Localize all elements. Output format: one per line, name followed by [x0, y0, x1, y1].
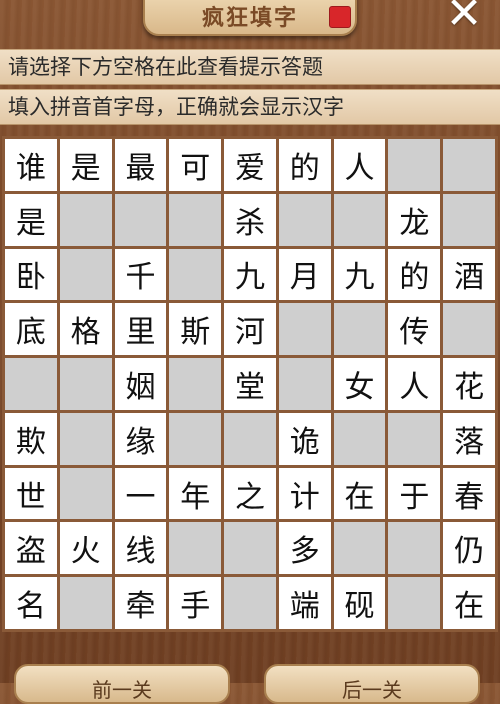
grid-cell[interactable]: 龙: [388, 193, 441, 246]
grid-cell-blocked: [59, 577, 112, 629]
game-title: 疯狂填字: [201, 5, 298, 31]
grid-cell[interactable]: 诡: [278, 412, 331, 465]
grid-cell[interactable]: 里: [114, 303, 167, 356]
grid-cell[interactable]: 一: [114, 467, 167, 520]
grid-cell-blocked: [169, 248, 222, 301]
grid-cell[interactable]: 线: [114, 522, 167, 575]
bookmark-icon: [329, 6, 351, 28]
grid-cell[interactable]: 酒: [443, 248, 495, 301]
grid-cell-blocked: [278, 193, 331, 246]
grid-cell[interactable]: 最: [114, 139, 167, 191]
grid-cell-blocked: [59, 248, 112, 301]
grid-cell[interactable]: 卧: [5, 248, 57, 301]
grid-cell[interactable]: 名: [5, 577, 57, 629]
next-level-button[interactable]: 后一关: [264, 664, 480, 704]
grid-cell[interactable]: 可: [169, 139, 222, 191]
grid-cell[interactable]: 人: [388, 358, 441, 410]
grid-cell[interactable]: 杀: [224, 193, 276, 246]
grid-cell-blocked: [443, 303, 495, 356]
grid-cell[interactable]: 底: [5, 303, 57, 356]
grid-cell[interactable]: 的: [388, 248, 441, 301]
title-plate: 疯狂填字: [143, 0, 357, 36]
grid-cell[interactable]: 年: [169, 467, 222, 520]
grid-cell[interactable]: 爱: [224, 139, 276, 191]
grid-cell-blocked: [333, 522, 386, 575]
prev-level-button[interactable]: 前一关: [14, 664, 230, 704]
grid-cell[interactable]: 计: [278, 467, 331, 520]
grid-cell-blocked: [333, 303, 386, 356]
grid-cell[interactable]: 于: [388, 467, 441, 520]
grid-cell[interactable]: 端: [278, 577, 331, 629]
grid-cell-blocked: [169, 358, 222, 410]
grid-cell-blocked: [388, 577, 441, 629]
grid-cell[interactable]: 是: [5, 193, 57, 246]
crossword-grid: 谁是最可爱的人是杀龙卧千九月九的酒底格里斯河传姻堂女人花欺缘诡落世一年之计在于春…: [2, 136, 498, 632]
grid-cell[interactable]: 人: [333, 139, 386, 191]
grid-cell-blocked: [224, 577, 276, 629]
grid-cell[interactable]: 缘: [114, 412, 167, 465]
grid-cell-blocked: [169, 193, 222, 246]
grid-cell-blocked: [443, 193, 495, 246]
grid-cell[interactable]: 九: [224, 248, 276, 301]
grid-cell[interactable]: 砚: [333, 577, 386, 629]
grid-cell[interactable]: 欺: [5, 412, 57, 465]
grid-cell-blocked: [169, 522, 222, 575]
grid-cell-blocked: [59, 412, 112, 465]
grid-cell-blocked: [333, 193, 386, 246]
close-button[interactable]: ✕: [442, 0, 486, 36]
grid-cell[interactable]: 在: [443, 577, 495, 629]
hint-line-1: 请选择下方空格在此查看提示答题: [0, 49, 500, 85]
grid-cell[interactable]: 手: [169, 577, 222, 629]
grid-cell-blocked: [59, 193, 112, 246]
grid-cell[interactable]: 传: [388, 303, 441, 356]
grid-cell[interactable]: 春: [443, 467, 495, 520]
hint-line-2: 填入拼音首字母，正确就会显示汉字: [0, 89, 500, 125]
grid-cell[interactable]: 的: [278, 139, 331, 191]
grid-cell[interactable]: 九: [333, 248, 386, 301]
grid-cell[interactable]: 牵: [114, 577, 167, 629]
grid-cell[interactable]: 在: [333, 467, 386, 520]
grid-cell[interactable]: 花: [443, 358, 495, 410]
grid-cell[interactable]: 女: [333, 358, 386, 410]
grid-cell-blocked: [333, 412, 386, 465]
grid-cell[interactable]: 河: [224, 303, 276, 356]
grid-cell[interactable]: 是: [59, 139, 112, 191]
grid-cell[interactable]: 堂: [224, 358, 276, 410]
grid-cell-blocked: [388, 412, 441, 465]
grid-cell[interactable]: 斯: [169, 303, 222, 356]
grid-cell-blocked: [278, 358, 331, 410]
grid-cell-blocked: [59, 358, 112, 410]
grid-cell-blocked: [169, 412, 222, 465]
grid-cell[interactable]: 千: [114, 248, 167, 301]
grid-cell-blocked: [388, 522, 441, 575]
grid-cell-blocked: [224, 522, 276, 575]
grid-cell[interactable]: 火: [59, 522, 112, 575]
grid-cell-blocked: [5, 358, 57, 410]
grid-cell[interactable]: 世: [5, 467, 57, 520]
grid-cell[interactable]: 仍: [443, 522, 495, 575]
grid-cell-blocked: [224, 412, 276, 465]
grid-cell[interactable]: 月: [278, 248, 331, 301]
grid-cell-blocked: [59, 467, 112, 520]
grid-cell-blocked: [388, 139, 441, 191]
grid-cell[interactable]: 盗: [5, 522, 57, 575]
grid-cell[interactable]: 多: [278, 522, 331, 575]
grid-cell-blocked: [114, 193, 167, 246]
grid-cell[interactable]: 姻: [114, 358, 167, 410]
grid-cell-blocked: [278, 303, 331, 356]
grid-cell-blocked: [443, 139, 495, 191]
grid-cell[interactable]: 落: [443, 412, 495, 465]
grid-cell[interactable]: 谁: [5, 139, 57, 191]
grid-cell[interactable]: 之: [224, 467, 276, 520]
grid-cell[interactable]: 格: [59, 303, 112, 356]
